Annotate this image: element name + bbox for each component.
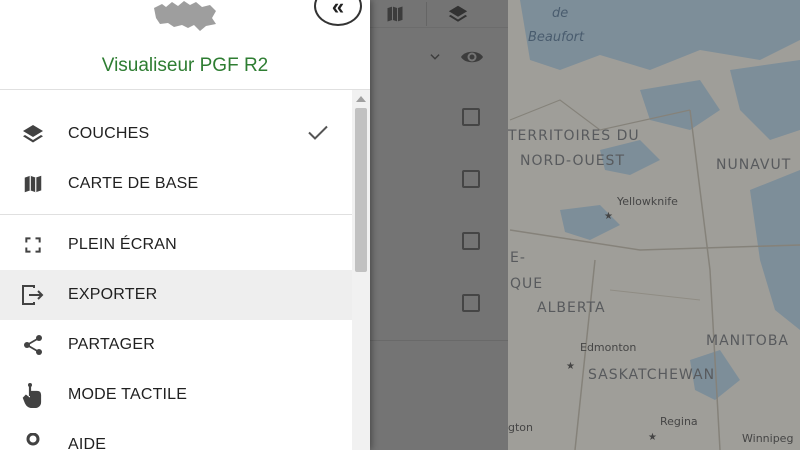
menu-item-fullscreen[interactable]: PLEIN ÉCRAN [0,220,352,270]
menu-item-layers[interactable]: COUCHES [0,109,352,159]
menu-item-label: COUCHES [68,125,150,142]
checkmark-icon [306,120,330,149]
scroll-up-arrow-icon[interactable] [356,96,366,102]
navigation-drawer: Visualiseur PGF R2 « COUCHES CARTE DE BA… [0,0,370,450]
menu-item-help[interactable]: AIDE [0,420,352,450]
app-title: Visualiseur PGF R2 [101,55,269,76]
touch-icon [20,382,46,408]
menu-item-share[interactable]: PARTAGER [0,320,352,370]
scrollbar-thumb[interactable] [355,108,367,272]
menu-item-label: PLEIN ÉCRAN [68,236,177,253]
canada-map-logo [154,1,216,31]
menu-item-export[interactable]: EXPORTER [0,270,352,320]
menu-item-label: MODE TACTILE [68,386,188,403]
layers-icon [20,121,46,147]
collapse-drawer-button[interactable]: « [314,0,362,26]
menu-item-touch-mode[interactable]: MODE TACTILE [0,370,352,420]
fullscreen-icon [20,232,46,258]
menu-item-label: EXPORTER [68,286,158,303]
help-icon [20,432,46,450]
menu-item-label: AIDE [68,436,107,450]
modal-scrim[interactable] [370,0,800,450]
menu-item-label: PARTAGER [68,336,155,353]
drawer-header: Visualiseur PGF R2 « [0,0,370,90]
map-icon [20,171,46,197]
share-icon [20,332,46,358]
export-icon [20,282,46,308]
double-chevron-left-icon: « [331,0,345,19]
menu-item-label: CARTE DE BASE [68,175,199,192]
drawer-menu: COUCHES CARTE DE BASE PLEIN ÉCRAN EXPORT… [0,90,352,450]
menu-item-basemap[interactable]: CARTE DE BASE [0,159,352,209]
menu-divider [0,214,352,215]
drawer-scrollbar[interactable] [352,90,370,450]
